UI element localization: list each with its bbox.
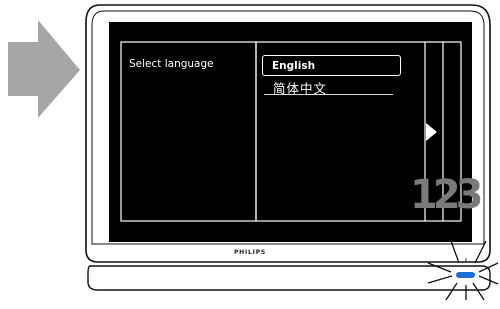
- language-option-english[interactable]: English: [262, 55, 401, 76]
- option-divider: [264, 94, 393, 95]
- key-number-overlay: 123: [410, 172, 483, 218]
- power-indicator-light: [427, 240, 499, 301]
- chevron-right-icon: [426, 123, 437, 141]
- language-option-label: English: [272, 60, 316, 72]
- brand-logo: PHILIPS: [233, 249, 267, 256]
- select-language-heading: Select language: [129, 58, 214, 70]
